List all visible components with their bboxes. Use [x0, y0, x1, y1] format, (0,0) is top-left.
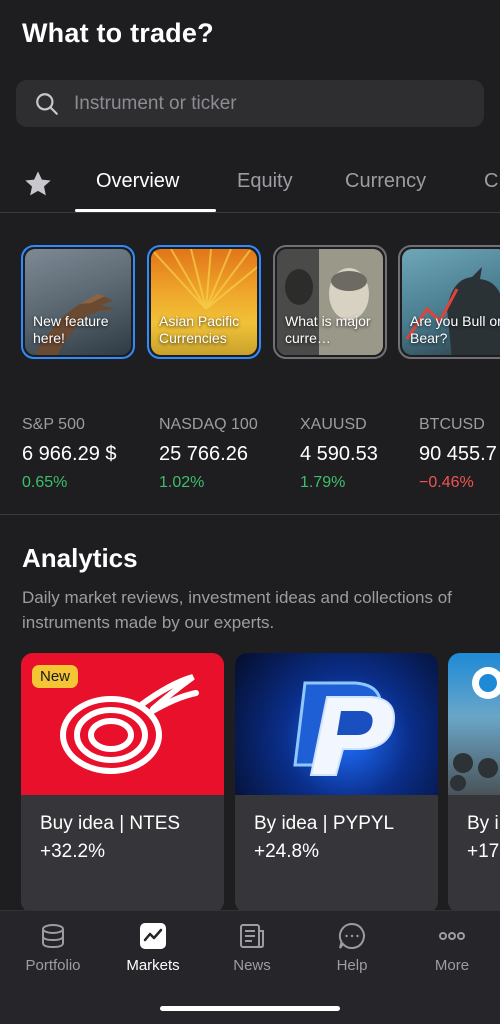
story-new-feature[interactable]: New feature here! — [21, 245, 135, 359]
ticker-nasdaq100[interactable]: NASDAQ 100 25 766.26 1.02% — [159, 416, 258, 492]
search-bar[interactable] — [16, 80, 484, 127]
more-icon — [439, 932, 465, 940]
analytics-title: Analytics — [22, 543, 138, 573]
ticker-change: 0.65% — [22, 474, 68, 491]
nav-label: More — [434, 957, 470, 974]
ticker-btcusd[interactable]: BTCUSD 90 455.7 −0.46% — [419, 416, 497, 492]
portfolio-icon — [42, 924, 64, 949]
nav-help[interactable]: Help — [307, 921, 397, 974]
card-title: By idea | PYPYL — [254, 813, 395, 834]
markets-icon — [140, 923, 166, 949]
story-label: What is major curre… — [285, 313, 371, 346]
app-root: What to trade? Overview Equity Currency … — [0, 0, 500, 1024]
nav-markets[interactable]: Markets — [108, 921, 198, 974]
story-label: New feature here! — [33, 313, 109, 346]
ticker-change: 1.79% — [300, 474, 346, 491]
analytics-description: Daily market reviews, investment ideas a… — [22, 588, 452, 632]
ticker-name: XAUUSD — [300, 416, 367, 433]
paypal-logo-icon — [293, 681, 395, 776]
search-icon — [36, 92, 58, 115]
nav-label: Markets — [126, 957, 180, 974]
help-icon — [338, 922, 365, 949]
netease-logo-image: New — [21, 653, 224, 795]
news-icon — [240, 924, 264, 948]
story-asian-pacific[interactable]: Asian Pacific Currencies — [147, 245, 261, 359]
ticker-sp500[interactable]: S&P 500 6 966.29 $ 0.65% — [22, 416, 117, 492]
tab-currency[interactable]: Currency — [345, 170, 426, 193]
machinery-illustration — [450, 667, 500, 791]
page-title: What to trade? — [22, 18, 214, 48]
tab-equity[interactable]: Equity — [237, 170, 293, 193]
idea-card-partial[interactable]: By i +17 — [448, 653, 500, 913]
paypal-logo-image — [235, 653, 438, 795]
idea-card-pypl[interactable]: By idea | PYPYL +24.8% — [235, 653, 438, 913]
nav-label: Portfolio — [25, 957, 81, 974]
category-tabs: Overview Equity Currency C — [0, 158, 500, 213]
analytics-cards: New Buy idea | NTES +32.2% By idea | PYP… — [0, 653, 500, 913]
ticker-change: 1.02% — [159, 474, 205, 491]
card-title: Buy idea | NTES — [40, 813, 181, 834]
card-change: +32.2% — [40, 841, 105, 862]
ticker-value: 6 966.29 $ — [22, 443, 117, 465]
nav-label: News — [233, 957, 271, 974]
new-badge: New — [32, 665, 79, 688]
card-change: +17 — [467, 841, 500, 862]
nav-portfolio[interactable]: Portfolio — [8, 921, 98, 974]
nav-label: Help — [336, 957, 368, 974]
idea-card-image — [448, 653, 500, 795]
nav-news[interactable]: News — [207, 921, 297, 974]
stories-row: New feature here! Asian Pacific Currenci… — [0, 245, 500, 360]
nav-more[interactable]: More — [407, 921, 497, 974]
ticker-name: S&P 500 — [22, 416, 85, 433]
market-tickers: S&P 500 6 966.29 $ 0.65% NASDAQ 100 25 7… — [0, 416, 500, 516]
idea-card-ntes[interactable]: New Buy idea | NTES +32.2% — [21, 653, 224, 913]
ticker-name: NASDAQ 100 — [159, 416, 258, 433]
favorites-star-icon[interactable] — [22, 168, 54, 200]
active-tab-indicator — [75, 209, 216, 212]
ticker-name: BTCUSD — [419, 416, 485, 433]
ticker-xauusd[interactable]: XAUUSD 4 590.53 1.79% — [300, 416, 378, 492]
ticker-value: 4 590.53 — [300, 443, 378, 465]
ticker-value: 25 766.26 — [159, 443, 248, 465]
home-indicator — [160, 1006, 340, 1011]
card-change: +24.8% — [254, 841, 319, 862]
tab-overview[interactable]: Overview — [96, 170, 179, 193]
search-input[interactable] — [74, 92, 454, 115]
tab-next-partial[interactable]: C — [484, 170, 498, 193]
ticker-change: −0.46% — [419, 474, 474, 491]
story-bull-or-bear[interactable]: Are you Bull or Bear? — [398, 245, 500, 359]
card-title: By i — [467, 813, 499, 834]
story-label: Asian Pacific Currencies — [159, 313, 240, 346]
section-divider — [0, 514, 500, 515]
story-label: Are you Bull or Bear? — [410, 313, 500, 346]
ticker-value: 90 455.7 — [419, 443, 497, 465]
story-major-currencies[interactable]: What is major curre… — [273, 245, 387, 359]
